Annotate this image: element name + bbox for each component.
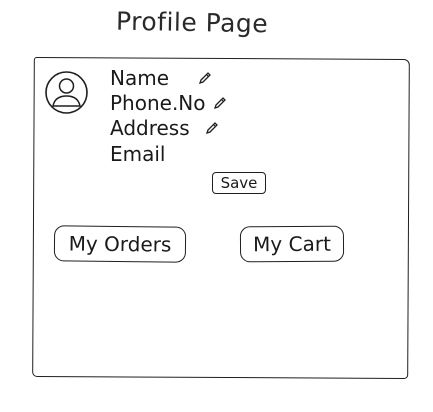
pencil-icon[interactable] [197,70,213,86]
address-field[interactable]: Address [110,117,220,139]
page-title: Profile Page [115,6,269,39]
save-button[interactable]: Save [212,172,266,194]
email-field[interactable]: Email [110,143,166,165]
pencil-icon[interactable] [204,120,220,136]
name-field[interactable]: Name [110,67,213,89]
my-cart-button[interactable]: My Cart [239,225,345,263]
user-avatar-icon [45,71,88,114]
my-orders-button[interactable]: My Orders [53,225,187,263]
pencil-icon[interactable] [212,95,228,111]
name-label: Name [110,66,170,90]
phone-label: Phone.No [110,91,206,115]
phone-field[interactable]: Phone.No [110,92,228,114]
email-label: Email [110,142,166,166]
address-label: Address [110,116,190,140]
